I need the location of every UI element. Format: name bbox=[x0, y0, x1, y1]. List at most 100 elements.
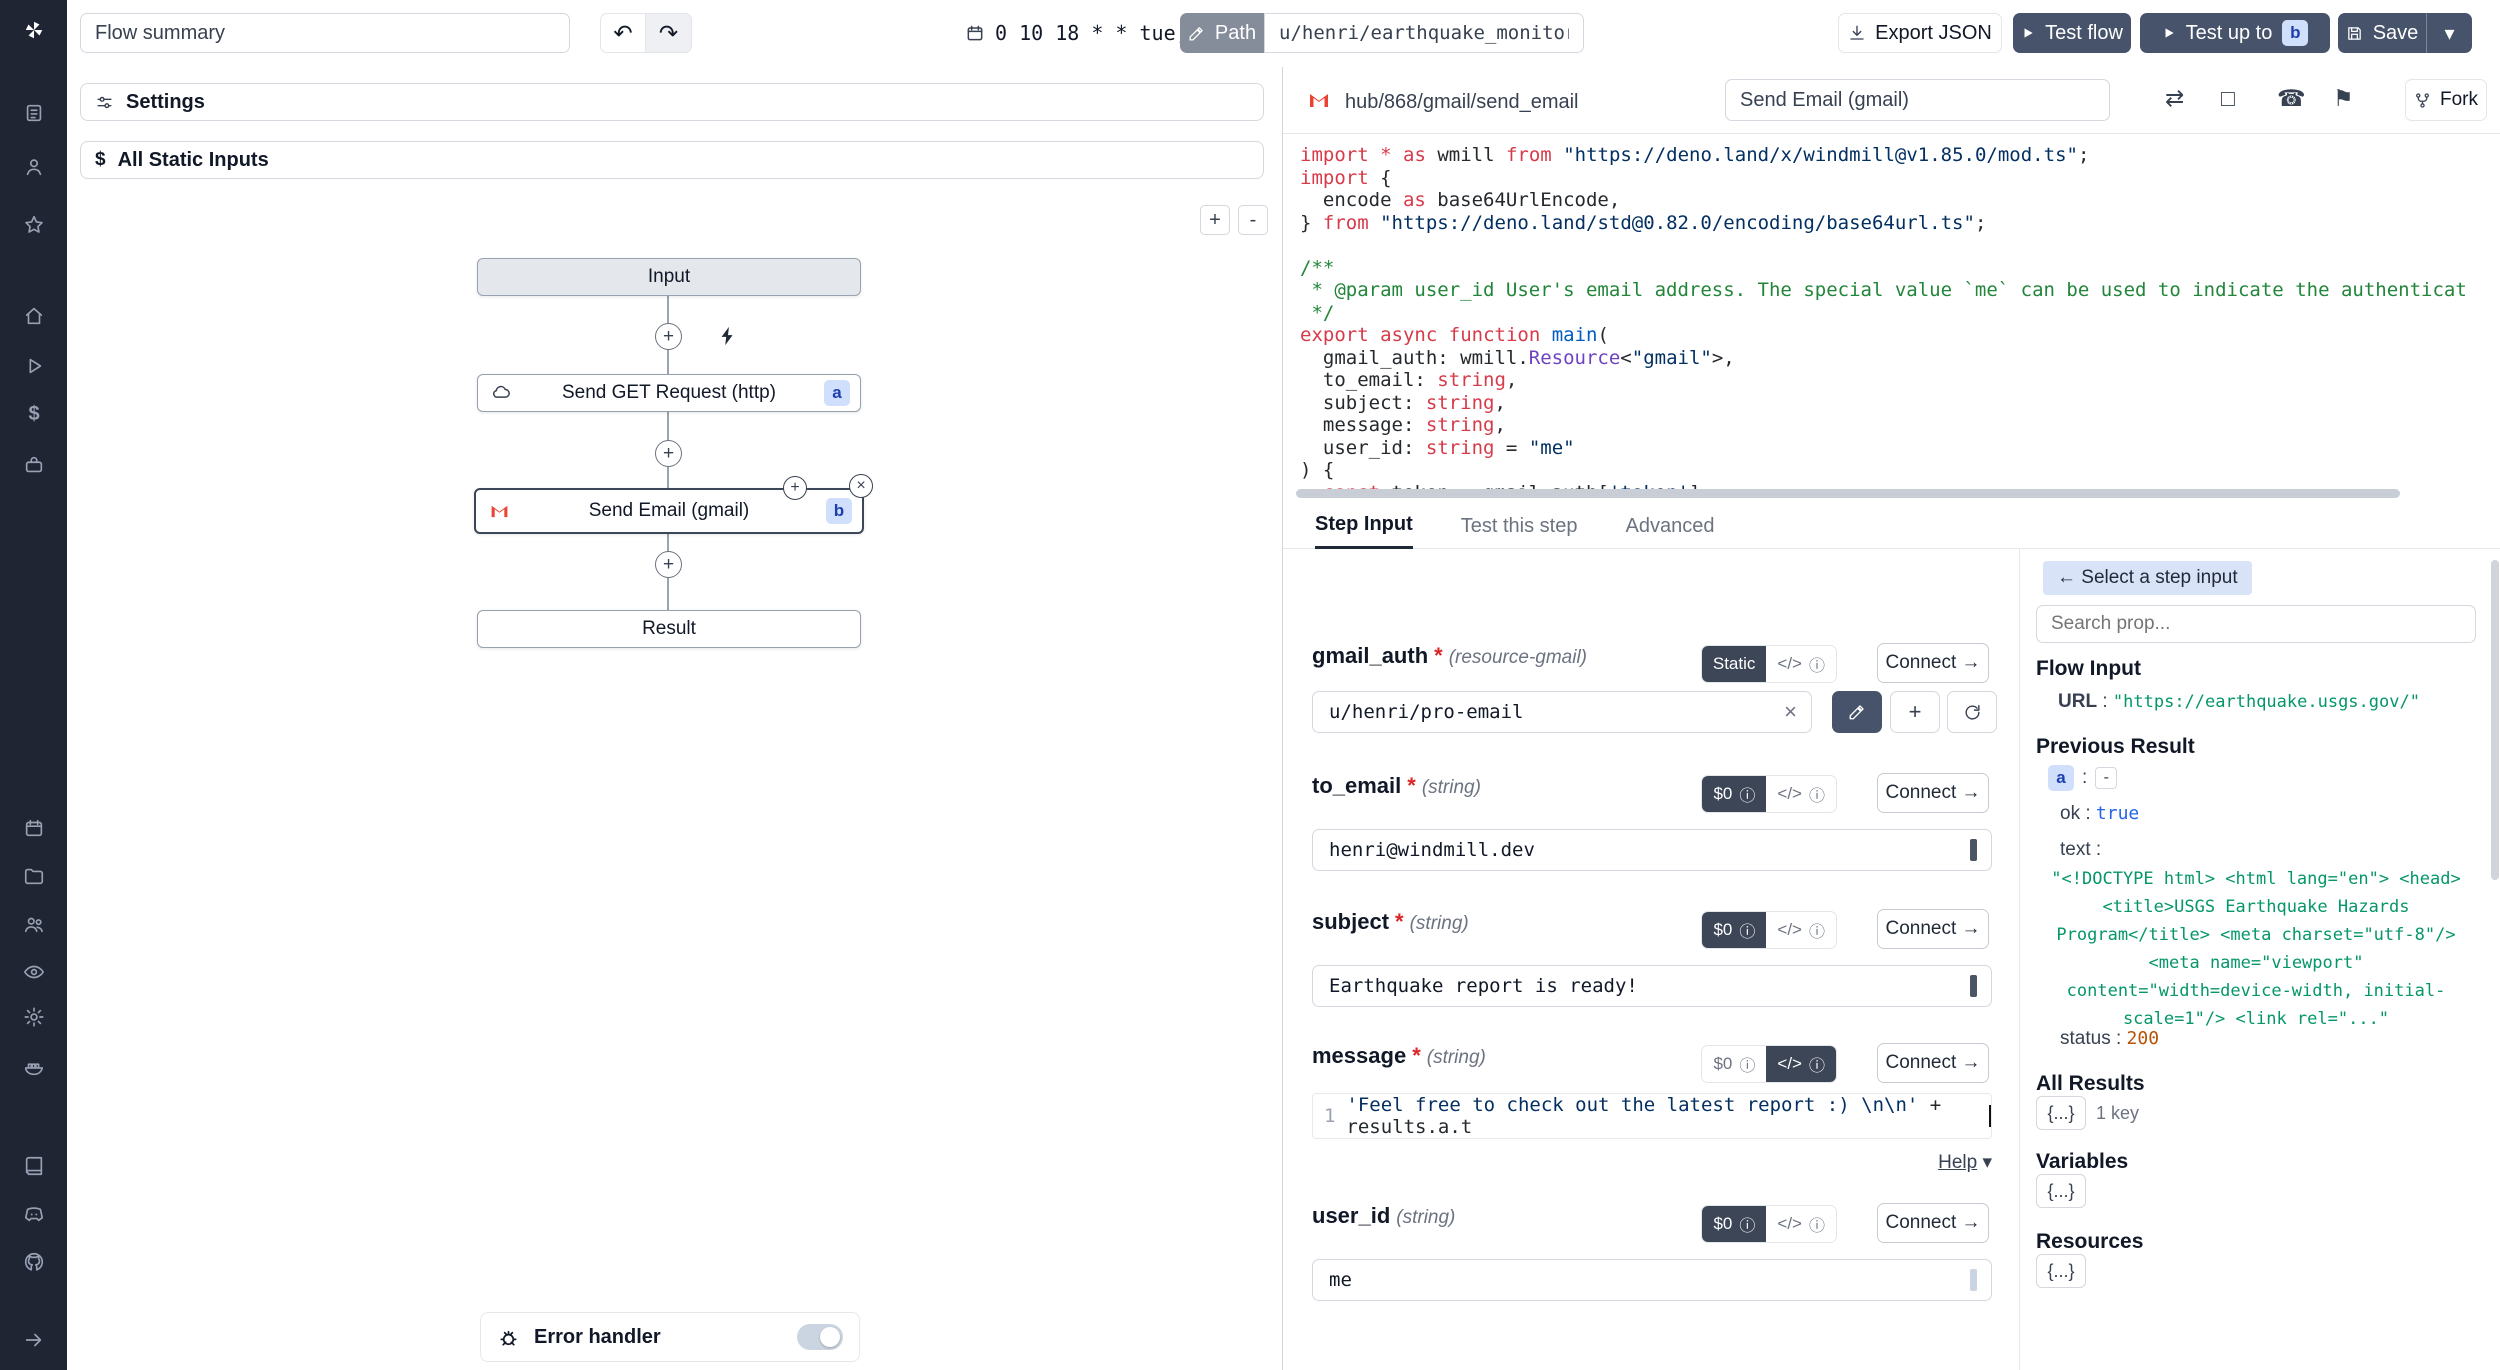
sync-icon[interactable]: ⇄ bbox=[2165, 85, 2184, 112]
user-id-input[interactable] bbox=[1312, 1259, 1992, 1301]
home-icon[interactable] bbox=[22, 304, 46, 328]
select-step-input-button[interactable]: ← Select a step input bbox=[2043, 561, 2252, 595]
trigger-bolt-icon[interactable] bbox=[717, 325, 739, 352]
tab-test-this-step[interactable]: Test this step bbox=[1461, 515, 1578, 548]
flag-icon[interactable]: ⚑ bbox=[2333, 85, 2354, 112]
node-send-email[interactable]: Send Email (gmail) b bbox=[474, 488, 864, 534]
flow-input-header: Flow Input bbox=[2036, 657, 2141, 681]
export-json-button[interactable]: Export JSON bbox=[1838, 13, 2002, 53]
input-mode-toggle-to-email[interactable]: $0ⓘ </>ⓘ bbox=[1701, 775, 1837, 813]
settings-icon[interactable] bbox=[22, 1005, 46, 1029]
field-type: (string) bbox=[1410, 913, 1469, 935]
add-resource-button[interactable]: + bbox=[1890, 691, 1940, 733]
delete-node-button[interactable]: × bbox=[849, 474, 873, 498]
node-get-request[interactable]: Send GET Request (http) a bbox=[477, 374, 861, 412]
schedules-icon[interactable] bbox=[22, 816, 46, 840]
collapsed-value[interactable]: - bbox=[2095, 767, 2117, 789]
save-menu-button[interactable]: ▾ bbox=[2426, 13, 2472, 53]
input-mode-toggle-subject[interactable]: $0ⓘ </>ⓘ bbox=[1701, 911, 1837, 949]
phone-icon[interactable]: ☎ bbox=[2277, 85, 2306, 112]
fork-button[interactable]: Fork bbox=[2405, 79, 2487, 121]
discord-icon[interactable] bbox=[22, 1202, 46, 1226]
user-icon[interactable] bbox=[22, 155, 46, 179]
folders-icon[interactable] bbox=[22, 864, 46, 888]
move-node-button[interactable]: + bbox=[783, 476, 807, 500]
connect-button-user-id[interactable]: Connect → bbox=[1877, 1203, 1989, 1243]
scrollbar-thumb[interactable] bbox=[2491, 560, 2499, 880]
test-flow-button[interactable]: Test flow bbox=[2013, 13, 2131, 53]
windmill-logo-icon[interactable] bbox=[22, 18, 46, 42]
node-result[interactable]: Result bbox=[477, 610, 861, 648]
flow-input-url-row[interactable]: URL : "https://earthquake.usgs.gov/" bbox=[2058, 691, 2478, 713]
plus-icon: + bbox=[663, 326, 674, 348]
groups-icon[interactable] bbox=[22, 912, 46, 936]
connect-button-gmail-auth[interactable]: Connect → bbox=[1877, 643, 1989, 683]
edit-resource-button[interactable] bbox=[1832, 691, 1882, 733]
resize-handle[interactable] bbox=[1970, 839, 1977, 861]
github-icon[interactable] bbox=[22, 1250, 46, 1274]
step-name-input[interactable] bbox=[1725, 79, 2110, 121]
message-expression-editor[interactable]: 1 'Feel free to check out the latest rep… bbox=[1312, 1093, 1992, 1139]
search-prop-input[interactable] bbox=[2036, 605, 2476, 643]
help-link[interactable]: Help bbox=[1938, 1152, 1977, 1173]
error-handler-toggle[interactable] bbox=[797, 1324, 843, 1350]
to-email-input[interactable] bbox=[1312, 829, 1992, 871]
expand-icon[interactable] bbox=[22, 1328, 46, 1352]
connect-button-message[interactable]: Connect → bbox=[1877, 1043, 1989, 1083]
zoom-in-button[interactable]: + bbox=[1200, 205, 1230, 235]
box-icon[interactable]: □ bbox=[2221, 85, 2235, 112]
resource-input[interactable]: × bbox=[1312, 691, 1812, 733]
resources-icon[interactable] bbox=[22, 453, 46, 477]
all-results-expand-button[interactable]: {...} bbox=[2036, 1096, 2086, 1130]
connect-label: Connect → bbox=[1885, 1052, 1980, 1074]
step-detail-panel: hub/868/gmail/send_email ⇄ □ ☎ ⚑ Fork im… bbox=[1283, 67, 2500, 1370]
result-status-row[interactable]: status : 200 bbox=[2060, 1028, 2159, 1050]
result-ok-row[interactable]: ok : true bbox=[2060, 803, 2139, 825]
result-a-row[interactable]: a : - bbox=[2048, 765, 2117, 791]
refresh-resource-button[interactable] bbox=[1947, 691, 1997, 733]
node-input[interactable]: Input bbox=[477, 258, 861, 296]
input-mode-toggle-user-id[interactable]: $0ⓘ </>ⓘ bbox=[1701, 1205, 1837, 1243]
docs-icon[interactable] bbox=[22, 1154, 46, 1178]
settings-row[interactable]: Settings bbox=[80, 83, 1264, 121]
path-button[interactable]: Path bbox=[1180, 13, 1264, 53]
resources-expand-button[interactable]: {...} bbox=[2036, 1254, 2086, 1288]
redo-button[interactable]: ↷ bbox=[646, 13, 692, 53]
input-mode-toggle-gmail-auth[interactable]: Static </>ⓘ bbox=[1701, 645, 1837, 683]
input-mode-toggle-message[interactable]: $0ⓘ </>ⓘ bbox=[1701, 1045, 1837, 1083]
code-editor[interactable]: import * as wmill from "https://deno.lan… bbox=[1283, 134, 2500, 489]
clear-icon[interactable]: × bbox=[1784, 699, 1797, 725]
code-hscrollbar[interactable] bbox=[1296, 489, 2400, 498]
undo-button[interactable]: ↶ bbox=[600, 13, 646, 53]
tab-step-input[interactable]: Step Input bbox=[1315, 513, 1413, 549]
variables-header: Variables bbox=[2036, 1150, 2128, 1174]
save-button[interactable]: Save bbox=[2338, 13, 2426, 53]
zoom-out-button[interactable]: - bbox=[1238, 205, 1268, 235]
move-icon: + bbox=[790, 479, 799, 497]
connect-button-to-email[interactable]: Connect → bbox=[1877, 773, 1989, 813]
workers-icon[interactable] bbox=[22, 1055, 46, 1079]
subject-input[interactable] bbox=[1312, 965, 1992, 1007]
save-group: Save ▾ bbox=[2338, 13, 2472, 53]
runs-icon[interactable] bbox=[22, 354, 46, 378]
resize-handle[interactable] bbox=[1970, 1269, 1977, 1291]
connect-button-subject[interactable]: Connect → bbox=[1877, 909, 1989, 949]
variables-icon[interactable]: $ bbox=[22, 402, 46, 426]
flow-summary-input[interactable] bbox=[80, 13, 570, 53]
static-inputs-row[interactable]: $ All Static Inputs bbox=[80, 141, 1264, 179]
add-step-button-2[interactable]: + bbox=[655, 440, 682, 467]
list-icon[interactable] bbox=[22, 101, 46, 125]
tab-advanced[interactable]: Advanced bbox=[1625, 515, 1714, 548]
path-input[interactable] bbox=[1264, 13, 1584, 53]
connect-label: Connect → bbox=[1885, 652, 1980, 674]
resize-handle[interactable] bbox=[1970, 975, 1977, 997]
error-handler-row[interactable]: Error handler bbox=[480, 1312, 860, 1362]
test-up-to-button[interactable]: Test up to b bbox=[2140, 13, 2330, 53]
plus-icon: + bbox=[1209, 209, 1221, 232]
result-text-value[interactable]: "<!DOCTYPE html> <html lang="en"> <head>… bbox=[2036, 865, 2476, 1033]
add-step-button-1[interactable]: + bbox=[655, 323, 682, 350]
star-icon[interactable] bbox=[22, 213, 46, 237]
add-step-button-3[interactable]: + bbox=[655, 551, 682, 578]
variables-expand-button[interactable]: {...} bbox=[2036, 1174, 2086, 1208]
audit-icon[interactable] bbox=[22, 960, 46, 984]
